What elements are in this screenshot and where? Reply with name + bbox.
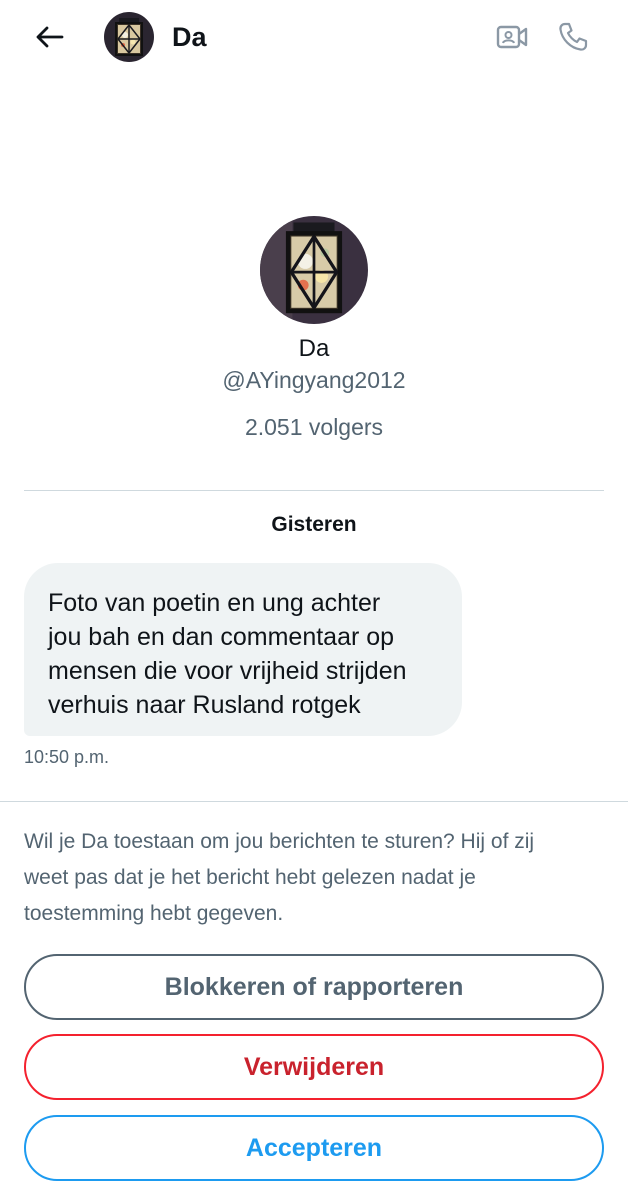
message-text: Foto van poetin en ung achter jou bah en… [48, 586, 438, 722]
prompt-line: toestemming hebt gegeven. [24, 902, 284, 925]
date-separator: Gisteren [271, 513, 357, 536]
message-request-prompt: Wil je Da toestaan om jou berichten te s… [24, 824, 614, 932]
arrow-left-icon [36, 26, 64, 48]
divider [24, 490, 604, 491]
message-line: mensen die voor vrijheid strijden [48, 657, 407, 685]
dm-conversation-screen: Da Da @AYingyang2012 2.051 volgers Giste… [0, 0, 628, 1200]
top-bar: Da [0, 0, 628, 76]
block-or-report-button[interactable]: Blokkeren of rapporteren [24, 954, 604, 1020]
delete-button[interactable]: Verwijderen [24, 1034, 604, 1100]
prompt-line: Wil je Da toestaan om jou berichten te s… [24, 830, 535, 853]
phone-icon [559, 22, 588, 51]
message-bubble[interactable]: Foto van poetin en ung achter jou bah en… [24, 563, 462, 736]
back-button[interactable] [30, 20, 68, 54]
avatar[interactable] [104, 12, 154, 62]
message-line: verhuis naar Rusland rotgek [48, 691, 361, 719]
profile-name[interactable]: Da [0, 334, 628, 364]
message-line: Foto van poetin en ung achter [48, 589, 381, 617]
video-call-button[interactable] [494, 20, 530, 54]
header-title[interactable]: Da [172, 20, 207, 54]
lantern-avatar-image [260, 216, 368, 324]
divider [0, 801, 628, 802]
profile-avatar[interactable] [260, 216, 368, 324]
video-call-icon [496, 25, 528, 49]
lantern-avatar-image [104, 12, 154, 62]
prompt-line: weet pas dat je het bericht hebt gelezen… [24, 866, 476, 889]
profile-handle[interactable]: @AYingyang2012 [0, 365, 628, 395]
accept-button[interactable]: Accepteren [24, 1115, 604, 1181]
message-timestamp: 10:50 p.m. [24, 747, 110, 767]
profile-followers-count: 2.051 volgers [244, 414, 384, 440]
message-line: jou bah en dan commentaar op [48, 623, 395, 651]
voice-call-button[interactable] [554, 18, 592, 56]
